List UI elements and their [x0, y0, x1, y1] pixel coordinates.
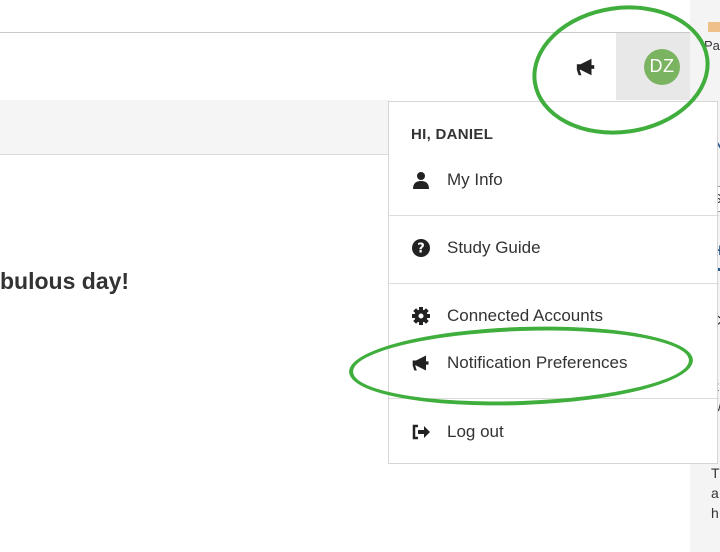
- menu-item-label: Log out: [447, 422, 504, 441]
- megaphone-icon: [411, 353, 431, 373]
- top-header: DZ: [0, 0, 720, 100]
- menu-divider: [389, 283, 719, 284]
- menu-item-connected-accounts[interactable]: Connected Accounts: [411, 306, 603, 326]
- menu-item-label: My Info: [447, 170, 503, 189]
- question-circle-icon: ?: [411, 238, 431, 258]
- menu-divider: [389, 215, 719, 216]
- menu-item-label: Study Guide: [447, 238, 541, 257]
- menu-item-label: Notification Preferences: [447, 353, 628, 372]
- menu-item-label: Connected Accounts: [447, 306, 603, 325]
- user-dropdown-menu: HI, DANIEL My Info ? Study Guide Connect…: [388, 101, 719, 464]
- menu-item-study-guide[interactable]: ? Study Guide: [411, 238, 541, 258]
- content-subheader: [0, 100, 390, 155]
- menu-item-notification-preferences[interactable]: Notification Preferences: [411, 353, 627, 373]
- greeting-text: bulous day!: [0, 268, 130, 294]
- side-text: a: [711, 485, 719, 501]
- side-text: Pa: [704, 38, 720, 53]
- side-text: h: [711, 505, 719, 521]
- announcements-button[interactable]: [556, 33, 616, 100]
- gear-icon: [411, 306, 431, 326]
- menu-divider: [389, 398, 719, 399]
- side-panel-accent: [708, 22, 720, 32]
- menu-item-my-info[interactable]: My Info: [411, 170, 503, 190]
- sign-out-icon: [411, 422, 431, 442]
- avatar[interactable]: DZ: [644, 48, 680, 85]
- side-text: T: [711, 465, 720, 481]
- megaphone-icon: [576, 58, 595, 75]
- menu-item-log-out[interactable]: Log out: [411, 422, 504, 442]
- svg-text:?: ?: [417, 242, 425, 257]
- user-icon: [411, 170, 431, 190]
- dropdown-greeting: HI, DANIEL: [411, 126, 494, 143]
